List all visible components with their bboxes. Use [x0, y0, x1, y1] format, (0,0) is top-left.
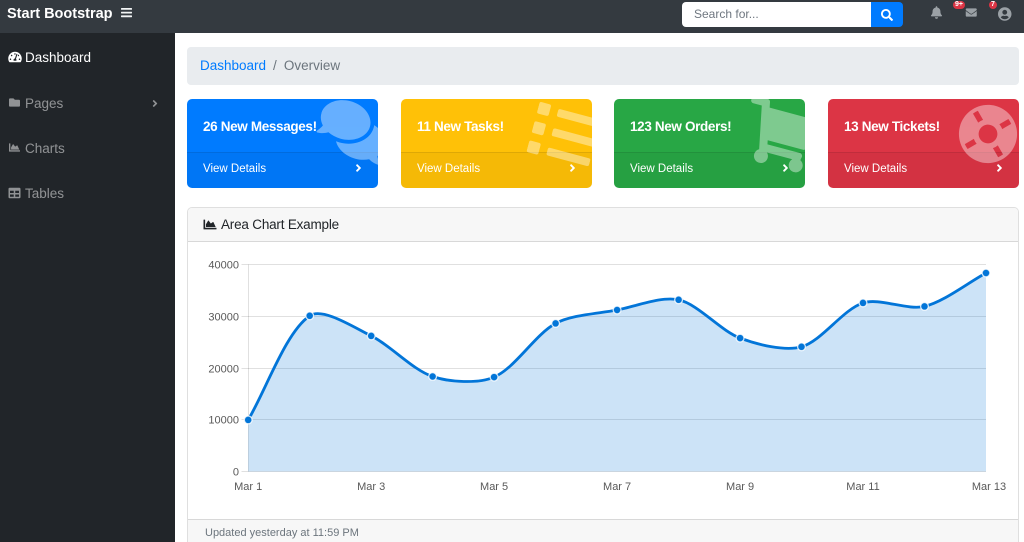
svg-text:Mar 7: Mar 7 [603, 481, 631, 493]
svg-text:0: 0 [233, 467, 239, 479]
svg-text:Mar 3: Mar 3 [357, 481, 385, 493]
svg-text:Mar 11: Mar 11 [846, 481, 879, 493]
svg-text:20000: 20000 [208, 364, 239, 376]
svg-text:Mar 13: Mar 13 [972, 481, 1006, 493]
svg-text:40000: 40000 [208, 260, 239, 272]
svg-text:Mar 5: Mar 5 [480, 481, 508, 493]
svg-text:30000: 30000 [208, 312, 239, 324]
svg-text:10000: 10000 [208, 415, 239, 427]
svg-text:Mar 9: Mar 9 [726, 481, 754, 493]
svg-text:Mar 1: Mar 1 [234, 481, 262, 493]
